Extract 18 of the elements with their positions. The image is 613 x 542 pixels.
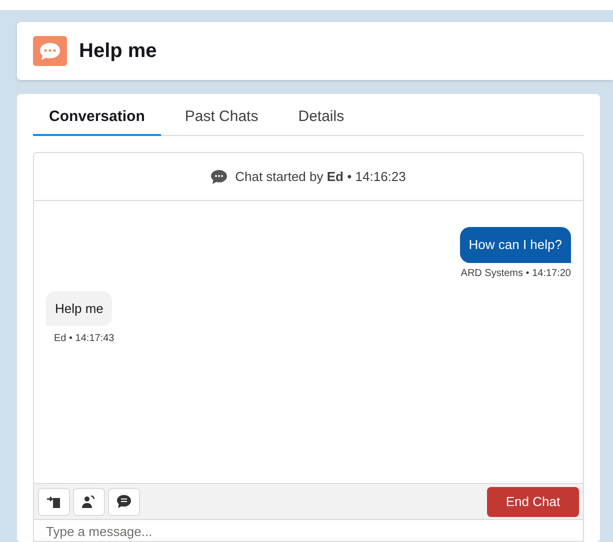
message-meta: ARD Systems • 14:17:20 xyxy=(460,266,571,280)
person-button[interactable] xyxy=(73,488,105,516)
message-button[interactable] xyxy=(108,488,140,516)
chat-icon xyxy=(33,36,67,66)
person-icon xyxy=(82,495,96,508)
speech-bubble-icon xyxy=(117,495,131,508)
outgoing-message-bubble: How can I help? xyxy=(460,227,571,262)
message-meta: Ed • 14:17:43 xyxy=(53,332,114,346)
transfer-icon xyxy=(47,496,61,508)
tab[interactable]: Details xyxy=(282,100,360,136)
page-title: Help me xyxy=(79,39,157,64)
incoming-message-bubble: Help me xyxy=(46,290,112,326)
end-chat-button[interactable]: End Chat xyxy=(487,486,579,516)
tab[interactable]: Conversation xyxy=(33,100,161,136)
chat-started-text: Chat started by Ed • 14:16:23 xyxy=(235,168,406,186)
tab[interactable]: Past Chats xyxy=(168,100,274,136)
transfer-button[interactable] xyxy=(38,488,70,516)
chat-bubble-icon xyxy=(211,170,228,184)
